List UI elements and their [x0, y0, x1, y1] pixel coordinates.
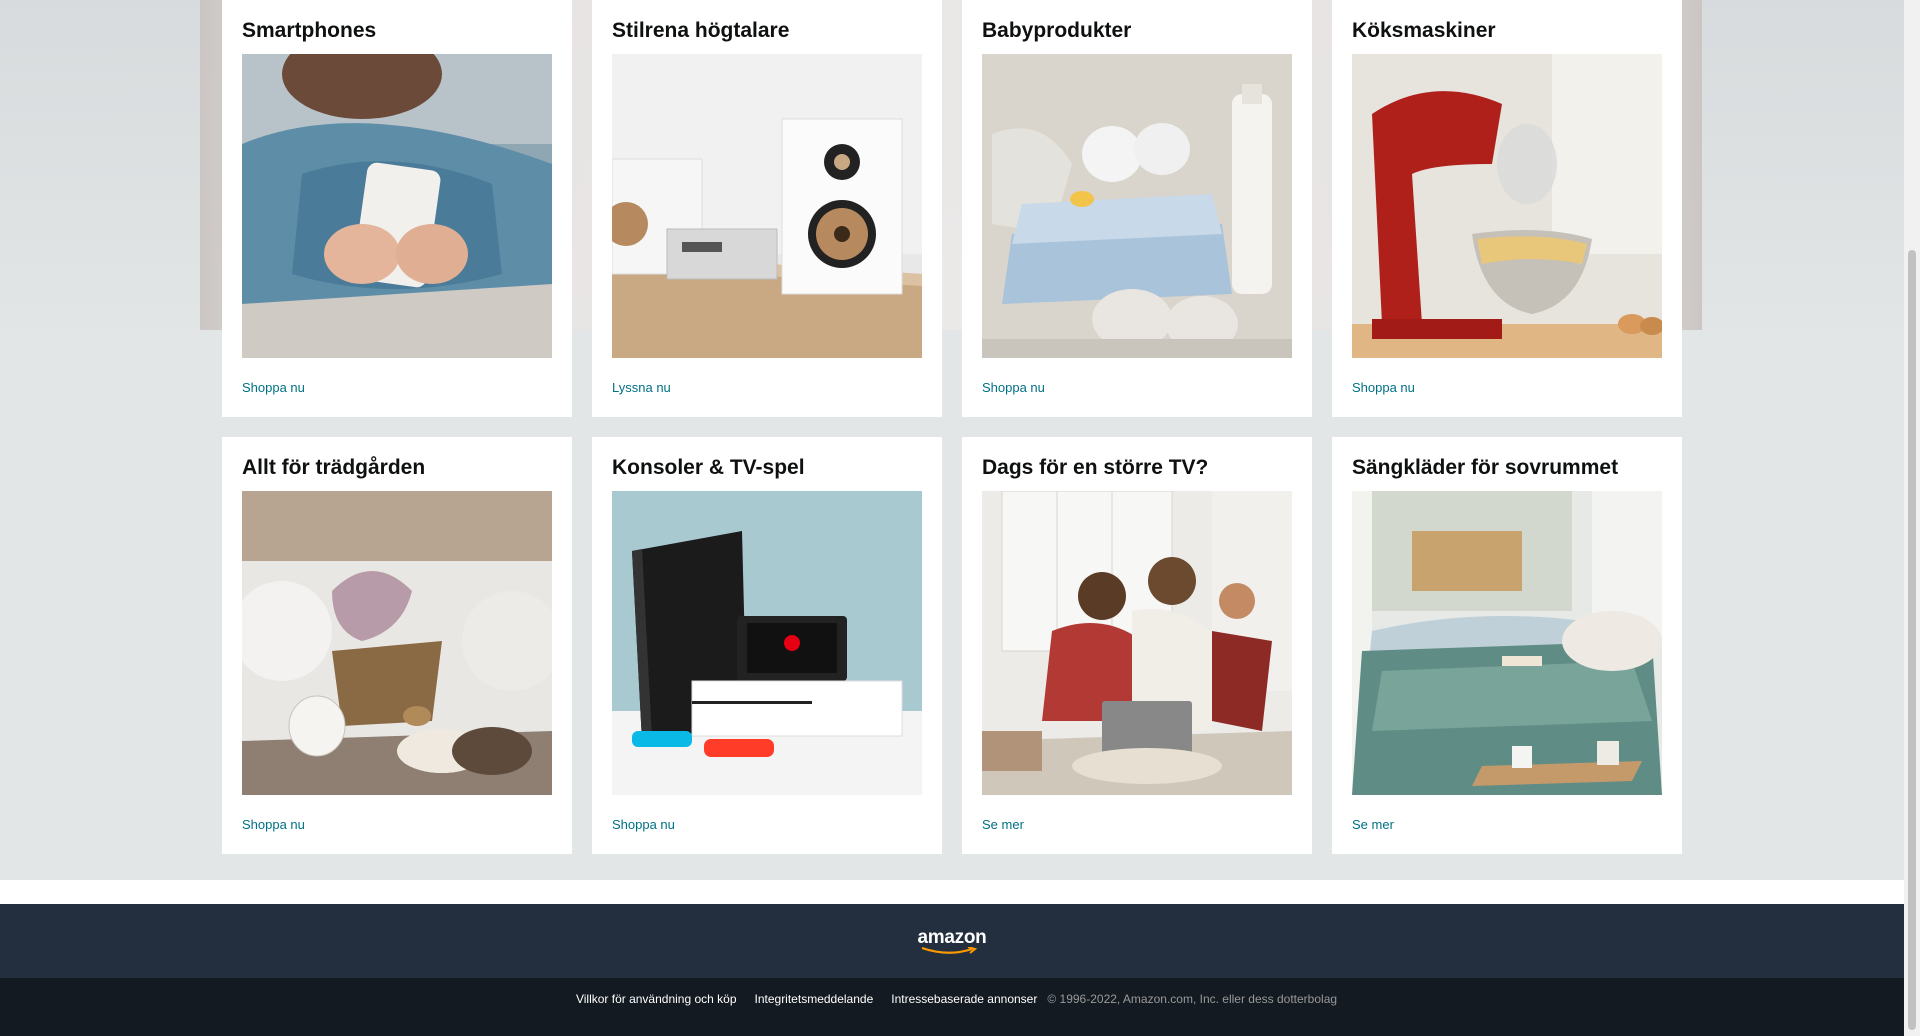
scrollbar-thumb[interactable]	[1908, 250, 1916, 1030]
card-link[interactable]: Shoppa nu	[1352, 380, 1415, 395]
card-link[interactable]: Se mer	[982, 817, 1024, 832]
woman-holding-phone-image[interactable]	[242, 54, 552, 358]
card-title: Allt för trädgården	[242, 456, 426, 479]
amazon-logo[interactable]: amazon	[918, 927, 987, 955]
footer-link-terms[interactable]: Villkor för användning och köp	[576, 992, 737, 1006]
card-title: Smartphones	[242, 19, 377, 42]
copyright-text: © 1996-2022, Amazon.com, Inc. eller dess…	[1047, 992, 1338, 1006]
logo-text: amazon	[917, 927, 987, 948]
card-kitchen: Köksmaskiner Shoppa nu	[1332, 0, 1682, 417]
footer-links-bar: Villkor för användning och köp Integrite…	[0, 978, 1904, 1036]
card-title: Dags för en större TV?	[982, 456, 1209, 479]
card-link[interactable]: Shoppa nu	[982, 380, 1045, 395]
card-speakers: Stilrena högtalare Lyssna nu	[592, 0, 942, 417]
vertical-scrollbar[interactable]	[1904, 0, 1920, 1036]
card-grid: Smartphones Shoppa nu Stilrena högtalare	[222, 0, 1682, 854]
card-consoles: Konsoler & TV-spel Shoppa nu	[592, 437, 942, 854]
bedroom-image[interactable]	[1352, 491, 1662, 795]
white-speakers-image[interactable]	[612, 54, 922, 358]
card-link[interactable]: Shoppa nu	[612, 817, 675, 832]
footer-logo-bar: amazon	[0, 904, 1904, 978]
amazon-smile-icon	[921, 947, 977, 954]
card-link[interactable]: Lyssna nu	[612, 380, 671, 395]
card-link[interactable]: Shoppa nu	[242, 380, 305, 395]
card-title: Stilrena högtalare	[612, 19, 790, 42]
card-garden: Allt för trädgården Shoppa nu	[222, 437, 572, 854]
baby-clothes-image[interactable]	[982, 54, 1292, 358]
card-title: Konsoler & TV-spel	[612, 456, 805, 479]
card-smartphones: Smartphones Shoppa nu	[222, 0, 572, 417]
heather-basket-image[interactable]	[242, 491, 552, 795]
game-consoles-image[interactable]	[612, 491, 922, 795]
card-title: Sängkläder för sovrummet	[1352, 456, 1619, 479]
card-title: Köksmaskiner	[1352, 19, 1496, 42]
card-baby: Babyprodukter Shoppa nu	[962, 0, 1312, 417]
card-bedding: Sängkläder för sovrummet Se mer	[1332, 437, 1682, 854]
family-laptop-image[interactable]	[982, 491, 1292, 795]
card-link[interactable]: Shoppa nu	[242, 817, 305, 832]
card-tv: Dags för en större TV? Se mer	[962, 437, 1312, 854]
footer-link-interest-ads[interactable]: Intressebaserade annonser	[891, 992, 1037, 1006]
footer-spacer	[0, 880, 1904, 904]
card-title: Babyprodukter	[982, 19, 1132, 42]
card-link[interactable]: Se mer	[1352, 817, 1394, 832]
red-stand-mixer-image[interactable]	[1352, 54, 1662, 358]
footer-link-privacy[interactable]: Integritetsmeddelande	[755, 992, 874, 1006]
